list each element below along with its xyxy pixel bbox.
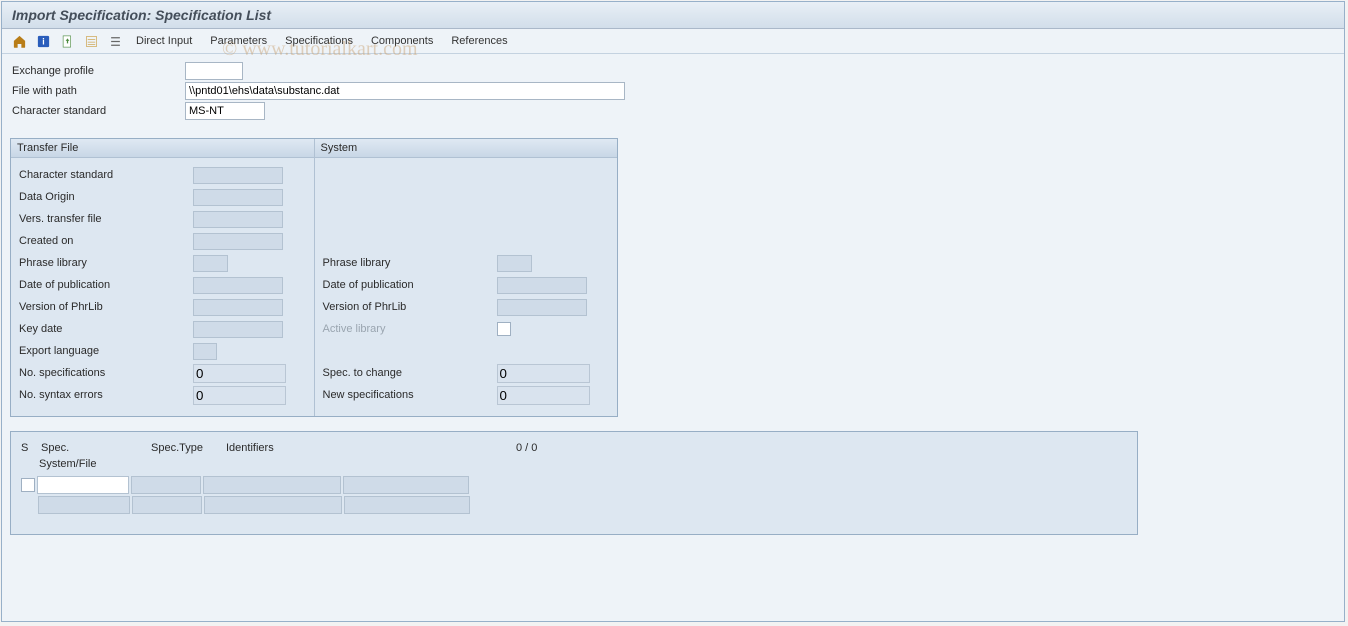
page-title: Import Specification: Specification List	[2, 2, 1344, 29]
system-panel: System Phrase library Date of publicatio…	[314, 139, 618, 416]
lines-icon[interactable]	[106, 32, 124, 50]
components-button[interactable]: Components	[365, 33, 439, 49]
sys-phrase-lib-value	[497, 255, 532, 272]
row-ident-cell-1	[203, 476, 341, 494]
tf-created-on-value	[193, 233, 283, 250]
tf-version-phrlib-value	[193, 299, 283, 316]
row2-cell-2	[132, 496, 202, 514]
tf-date-pub-label: Date of publication	[19, 279, 189, 291]
col-s: S	[21, 442, 31, 454]
tf-key-date-value	[193, 321, 283, 338]
tf-export-lang-value	[193, 343, 217, 360]
tf-data-origin-value	[193, 189, 283, 206]
file-with-path-label: File with path	[10, 85, 185, 97]
tf-no-syntax-label: No. syntax errors	[19, 389, 189, 401]
tf-vers-transfer-label: Vers. transfer file	[19, 213, 189, 225]
tf-date-pub-value	[193, 277, 283, 294]
info-icon[interactable]: i	[34, 32, 52, 50]
sys-new-spec-label: New specifications	[323, 389, 493, 401]
tf-version-phrlib-label: Version of PhrLib	[19, 301, 189, 313]
sys-date-pub-label: Date of publication	[323, 279, 493, 291]
tf-phrase-lib-label: Phrase library	[19, 257, 189, 269]
top-fields: Exchange profile File with path Characte…	[10, 62, 1336, 120]
home-icon[interactable]	[10, 32, 28, 50]
tf-char-std-label: Character standard	[19, 169, 189, 181]
col-identifiers: Identifiers	[226, 442, 506, 454]
row2-cell-4	[344, 496, 470, 514]
sys-active-lib-label: Active library	[323, 323, 493, 335]
specifications-button[interactable]: Specifications	[279, 33, 359, 49]
list-area: S Spec. Spec.Type Identifiers 0 / 0 Syst…	[10, 431, 1138, 535]
list-row-2	[21, 496, 1127, 514]
tf-char-std-value	[193, 167, 283, 184]
page-title-text: Import Specification: Specification List	[12, 7, 271, 23]
sys-active-lib-checkbox[interactable]	[497, 322, 511, 336]
tf-vers-transfer-value	[193, 211, 283, 228]
row-ident-cell-2	[343, 476, 469, 494]
tf-no-spec-value	[193, 364, 286, 383]
tf-key-date-label: Key date	[19, 323, 189, 335]
tf-no-syntax-value	[193, 386, 286, 405]
sys-version-phrlib-value	[497, 299, 587, 316]
panels: Transfer File Character standard Data Or…	[10, 138, 618, 417]
row2-cell-1	[38, 496, 130, 514]
file-with-path-input[interactable]	[185, 82, 625, 100]
sys-spec-change-label: Spec. to change	[323, 367, 493, 379]
row2-cell-3	[204, 496, 342, 514]
list-header-row: S Spec. Spec.Type Identifiers 0 / 0	[21, 442, 1127, 454]
references-button[interactable]: References	[445, 33, 513, 49]
row-spec-cell[interactable]	[37, 476, 129, 494]
toolbar: i Direct Input Parameters Specifications…	[2, 29, 1344, 54]
system-header: System	[315, 139, 618, 158]
svg-text:i: i	[42, 36, 44, 46]
character-standard-input[interactable]	[185, 102, 265, 120]
exchange-profile-label: Exchange profile	[10, 65, 185, 77]
tf-phrase-lib-value	[193, 255, 228, 272]
list-row-1	[21, 476, 1127, 494]
sys-version-phrlib-label: Version of PhrLib	[323, 301, 493, 313]
parameters-button[interactable]: Parameters	[204, 33, 273, 49]
transfer-file-panel: Transfer File Character standard Data Or…	[11, 139, 314, 416]
col-spec: Spec.	[41, 442, 141, 454]
tf-created-on-label: Created on	[19, 235, 189, 247]
sys-new-spec-value	[497, 386, 590, 405]
direct-input-button[interactable]: Direct Input	[130, 33, 198, 49]
list-icon[interactable]	[82, 32, 100, 50]
row-spec-type-cell	[131, 476, 201, 494]
character-standard-label: Character standard	[10, 105, 185, 117]
transfer-file-header: Transfer File	[11, 139, 314, 158]
col-spec-type: Spec.Type	[151, 442, 216, 454]
sys-phrase-lib-label: Phrase library	[323, 257, 493, 269]
sys-spec-change-value	[497, 364, 590, 383]
tf-data-origin-label: Data Origin	[19, 191, 189, 203]
sys-date-pub-value	[497, 277, 587, 294]
tf-export-lang-label: Export language	[19, 345, 189, 357]
exchange-profile-input[interactable]	[185, 62, 243, 80]
tf-no-spec-label: No. specifications	[19, 367, 189, 379]
list-counter: 0 / 0	[516, 442, 537, 454]
row-checkbox[interactable]	[21, 478, 35, 492]
import-doc-icon[interactable]	[58, 32, 76, 50]
col-system-file: System/File	[39, 458, 96, 470]
